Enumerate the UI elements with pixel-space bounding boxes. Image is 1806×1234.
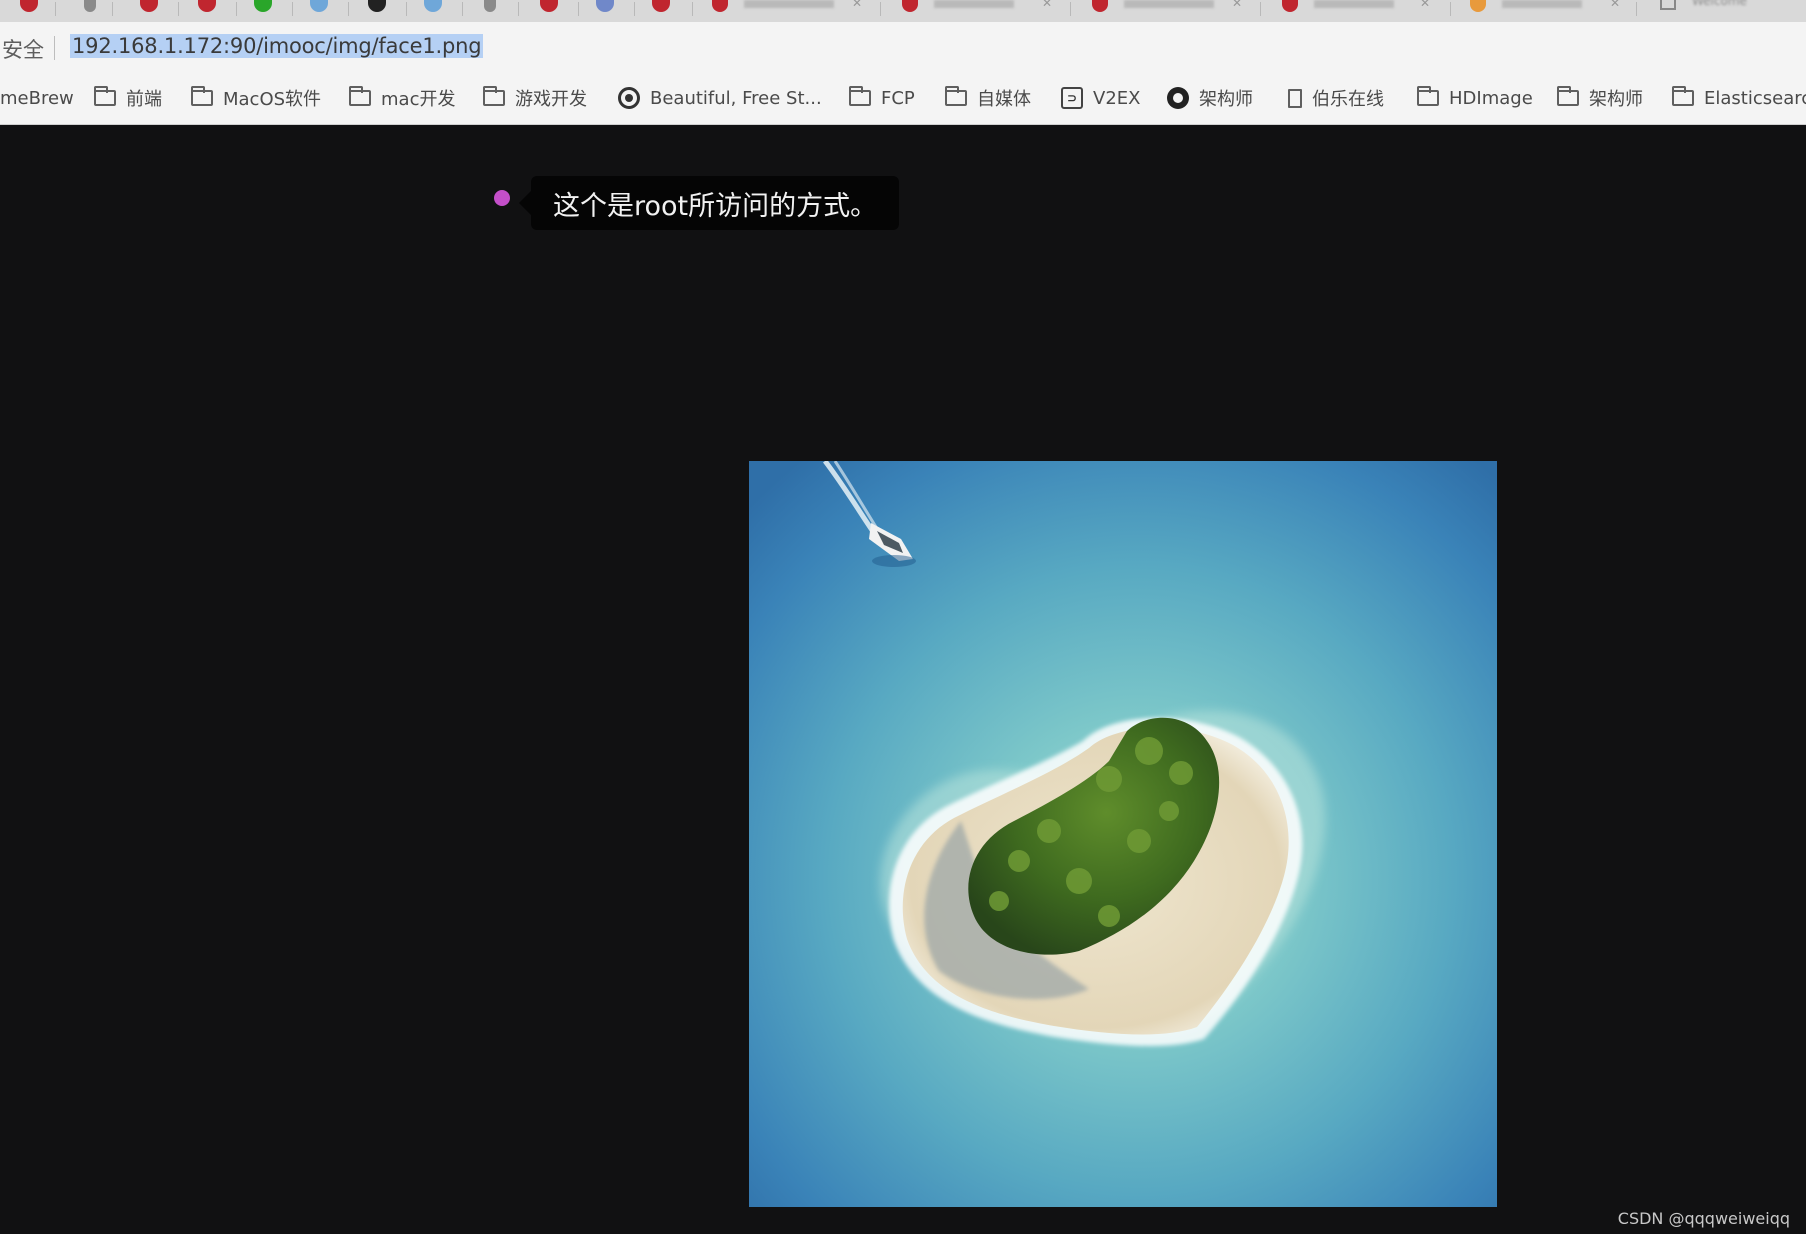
bookmark-label: mac开发: [381, 89, 456, 110]
bookmark-folder[interactable]: 游戏开发: [483, 84, 587, 112]
tab-favicon[interactable]: [140, 0, 158, 12]
bookmark-label: Beautiful, Free St...: [650, 87, 822, 109]
tab-title[interactable]: [1502, 0, 1582, 8]
bookmark-folder[interactable]: HDImage: [1417, 84, 1533, 112]
tab-divider: [462, 2, 463, 16]
tab-divider: [1260, 2, 1261, 16]
tab-divider: [292, 2, 293, 16]
tab-favicon[interactable]: [596, 0, 614, 12]
bookmarks-bar: meBrew 前端 MacOS软件 mac开发 游戏开发 Beautiful, …: [0, 74, 1806, 125]
bookmark-label: FCP: [881, 87, 915, 109]
tab-page-icon[interactable]: [1660, 0, 1676, 10]
tab-title[interactable]: [744, 0, 834, 8]
page-icon: [1288, 88, 1302, 108]
bookmark-item[interactable]: meBrew: [0, 84, 74, 112]
circle-icon: [618, 87, 640, 109]
tab-divider: [692, 2, 693, 16]
folder-icon: [349, 86, 371, 106]
tab-divider: [236, 2, 237, 16]
tab-favicon[interactable]: [84, 0, 96, 12]
bookmark-folder[interactable]: 架构师: [1557, 84, 1643, 112]
browser-window: ✕ ✕ ✕ ✕ ✕ Welcome 安全 192.168.1.172:90/im…: [0, 0, 1806, 1234]
github-icon: [1167, 87, 1189, 109]
tab-favicon[interactable]: [540, 0, 558, 12]
bookmark-label: MacOS软件: [223, 89, 322, 110]
security-label[interactable]: 安全: [2, 34, 44, 64]
tab-close-icon[interactable]: ✕: [852, 0, 862, 10]
bookmark-label: 前端: [126, 89, 162, 110]
tab-title[interactable]: [1124, 0, 1214, 8]
displayed-image[interactable]: [749, 461, 1497, 1207]
bookmark-label: 游戏开发: [515, 89, 587, 110]
tab-close-icon[interactable]: ✕: [1232, 0, 1242, 10]
annotation-caption: 这个是root所访问的方式。: [518, 176, 900, 230]
tab-favicon[interactable]: [1092, 0, 1108, 12]
caption-text: 这个是root所访问的方式。: [553, 190, 878, 222]
tab-favicon[interactable]: [484, 0, 496, 12]
tab-title[interactable]: [1314, 0, 1394, 8]
tab-close-icon[interactable]: ✕: [1042, 0, 1052, 10]
bookmark-label: 架构师: [1199, 89, 1253, 110]
bookmark-folder[interactable]: 前端: [94, 84, 162, 112]
bookmark-label: 架构师: [1589, 89, 1643, 110]
tab-favicon[interactable]: [902, 0, 918, 12]
tab-favicon[interactable]: [368, 0, 386, 12]
tab-divider: [578, 2, 579, 16]
tab-favicon[interactable]: [310, 0, 328, 12]
folder-icon: [1557, 86, 1579, 106]
tab-divider: [55, 2, 56, 16]
bookmark-folder[interactable]: 自媒体: [945, 84, 1031, 112]
bookmark-item[interactable]: Beautiful, Free St...: [618, 84, 822, 112]
bookmark-label: V2EX: [1093, 87, 1141, 109]
folder-icon: [945, 86, 967, 106]
address-divider: [54, 36, 55, 60]
tab-divider: [1636, 2, 1637, 16]
tab-favicon[interactable]: [198, 0, 216, 12]
tab-divider: [518, 2, 519, 16]
tab-strip: ✕ ✕ ✕ ✕ ✕ Welcome: [0, 0, 1806, 23]
bookmark-label: meBrew: [0, 87, 74, 109]
v2ex-icon: ⊃: [1061, 87, 1083, 109]
tab-divider: [178, 2, 179, 16]
bookmark-label: 自媒体: [977, 89, 1031, 110]
folder-icon: [191, 86, 213, 106]
bookmark-folder[interactable]: FCP: [849, 84, 915, 112]
folder-icon: [849, 86, 871, 106]
address-bar: 安全 192.168.1.172:90/imooc/img/face1.png: [0, 22, 1806, 75]
tab-favicon[interactable]: [20, 0, 38, 12]
tab-favicon[interactable]: [652, 0, 670, 12]
folder-icon: [94, 86, 116, 106]
bookmark-item[interactable]: 伯乐在线: [1288, 84, 1384, 112]
tab-title[interactable]: Welcome: [1692, 0, 1747, 8]
bookmark-folder[interactable]: Elasticsearc: [1672, 84, 1806, 112]
bookmark-item[interactable]: ⊃ V2EX: [1061, 84, 1140, 112]
tab-divider: [348, 2, 349, 16]
tab-divider: [634, 2, 635, 16]
tab-divider: [1070, 2, 1071, 16]
watermark: CSDN @qqqweiweiqq: [1617, 1209, 1790, 1228]
tab-favicon[interactable]: [1470, 0, 1486, 12]
annotation-dot: [494, 190, 510, 206]
bookmark-item[interactable]: 架构师: [1167, 84, 1253, 112]
bookmark-label: HDImage: [1449, 87, 1533, 109]
bookmark-folder[interactable]: mac开发: [349, 84, 455, 112]
folder-icon: [1672, 86, 1694, 106]
tab-close-icon[interactable]: ✕: [1420, 0, 1430, 10]
bookmark-label: Elasticsearc: [1704, 87, 1806, 109]
url-input[interactable]: 192.168.1.172:90/imooc/img/face1.png: [70, 34, 484, 58]
folder-icon: [483, 86, 505, 106]
tab-favicon[interactable]: [424, 0, 442, 12]
tab-divider: [406, 2, 407, 16]
tab-divider: [880, 2, 881, 16]
tab-divider: [112, 2, 113, 16]
tab-title[interactable]: [934, 0, 1014, 8]
folder-icon: [1417, 86, 1439, 106]
tab-divider: [1450, 2, 1451, 16]
bookmark-folder[interactable]: MacOS软件: [191, 84, 321, 112]
tab-favicon[interactable]: [1282, 0, 1298, 12]
tab-close-icon[interactable]: ✕: [1610, 0, 1620, 10]
bookmark-label: 伯乐在线: [1312, 89, 1384, 110]
tab-favicon[interactable]: [254, 0, 272, 12]
tab-favicon[interactable]: [712, 0, 728, 12]
